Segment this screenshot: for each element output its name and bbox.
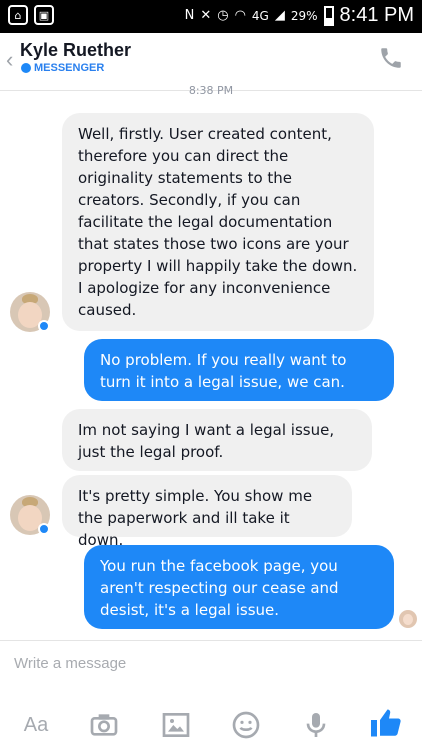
- messenger-icon: [21, 63, 31, 73]
- message-bubble-incoming[interactable]: Im not saying I want a legal issue, just…: [62, 409, 372, 471]
- phone-icon[interactable]: [378, 45, 404, 71]
- battery-percent: 29%: [290, 8, 318, 23]
- microphone-icon[interactable]: [300, 709, 332, 741]
- network-type: 4G: [251, 8, 269, 23]
- message-input[interactable]: Write a message: [14, 655, 126, 672]
- message-bubble-outgoing[interactable]: No problem. If you really want to turn i…: [84, 339, 394, 401]
- composer-toolbar: Aa: [0, 701, 422, 750]
- like-icon[interactable]: [368, 705, 404, 741]
- messenger-badge-icon: [38, 320, 50, 332]
- platform-text: MESSENGER: [34, 62, 105, 74]
- composer: Write a message Aa: [0, 640, 422, 750]
- timestamp: 8:38 PM: [188, 84, 234, 97]
- camera-icon[interactable]: [88, 709, 120, 741]
- battery-icon: [323, 5, 334, 26]
- wifi-icon: ◠: [234, 8, 246, 23]
- message-bubble-incoming[interactable]: Well, firstly. User created content, the…: [62, 113, 374, 331]
- status-right: N ✕ ◷ ◠ 4G ◢ 29% 8:41 PM: [185, 4, 414, 27]
- emoji-icon[interactable]: [230, 709, 262, 741]
- back-icon[interactable]: ‹: [6, 47, 13, 73]
- signal-icon: ◢: [274, 8, 285, 23]
- platform-label: MESSENGER: [21, 62, 104, 74]
- text-format-button[interactable]: Aa: [20, 709, 52, 741]
- messenger-badge-icon: [38, 523, 50, 535]
- conversation-header: ‹ Kyle Ruether MESSENGER: [0, 33, 422, 91]
- nfc-icon: N: [184, 8, 195, 23]
- contact-name[interactable]: Kyle Ruether: [20, 40, 131, 61]
- gallery-icon[interactable]: [160, 709, 192, 741]
- clock: 8:41 PM: [339, 4, 414, 26]
- chat-icon: ⌂: [8, 5, 28, 25]
- message-bubble-outgoing[interactable]: You run the facebook page, you aren't re…: [84, 545, 394, 629]
- status-bar: ⌂ ▣ N ✕ ◷ ◠ 4G ◢ 29% 8:41 PM: [0, 0, 422, 33]
- image-icon: ▣: [34, 5, 54, 25]
- mute-icon: ✕: [200, 8, 212, 23]
- seen-avatar: [399, 610, 417, 628]
- alarm-icon: ◷: [217, 8, 229, 23]
- message-bubble-incoming[interactable]: It's pretty simple. You show me the pape…: [62, 475, 352, 549]
- status-left-icons: ⌂ ▣: [8, 5, 54, 25]
